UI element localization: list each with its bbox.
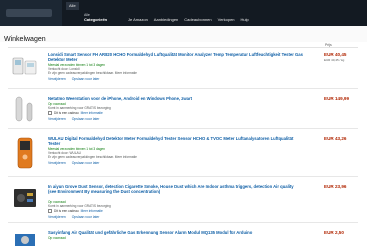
logo-mark — [6, 9, 52, 17]
item-price: EUR 23,96 — [324, 184, 347, 189]
page-heading-strip: Winkelwagen — [0, 26, 367, 43]
gift-info-link[interactable]: Meer informatie — [81, 209, 103, 213]
item-actions: Verwijderen Opslaan voor later — [48, 215, 99, 219]
product-image[interactable] — [10, 184, 40, 214]
header-nav: Je Amazon Aanbiedingen Cadeaubonnen Verk… — [128, 17, 249, 22]
nav-sell[interactable]: Verkopen — [218, 17, 235, 22]
weather-station-icon — [15, 96, 33, 122]
shipping-text: Komt in aanmerking voor GRATIS bezorging — [48, 106, 111, 110]
delete-link[interactable]: Verwijderen — [48, 77, 66, 81]
nav-deals[interactable]: Aanbiedingen — [154, 17, 178, 22]
product-image[interactable] — [10, 52, 40, 82]
dust-sensor-module-icon — [14, 189, 36, 207]
gift-info-link[interactable]: Meer informatie — [81, 111, 103, 115]
delete-link[interactable]: Verwijderen — [48, 215, 66, 219]
gift-option: Dit is een cadeau Meer informatie — [48, 209, 103, 213]
product-title-link[interactable]: Netatmo Weerstation voor de iPhone, Andr… — [48, 96, 303, 101]
divider — [8, 88, 358, 89]
save-for-later-link[interactable]: Opslaan voor later — [72, 77, 100, 81]
nav-help[interactable]: Hulp — [241, 17, 249, 22]
item-price: EUR 149,99 — [324, 96, 350, 101]
top-navigation-bar: Alle Alle Categorieën Je Amazon Aanbiedi… — [0, 0, 367, 32]
page-title: Winkelwagen — [4, 36, 46, 43]
save-for-later-link[interactable]: Opslaan voor later — [72, 215, 100, 219]
item-price: EUR 2,50 — [324, 230, 344, 235]
divider — [8, 47, 358, 48]
divider — [8, 128, 358, 129]
categories-menu[interactable]: Categorieën — [84, 17, 107, 22]
product-image[interactable] — [10, 137, 40, 169]
cart-item: Sasyinfang Air Qualität und gefährliche … — [8, 230, 358, 246]
gas-sensor-module-icon — [15, 234, 35, 246]
cart-item: WULAU Digital Formaldehyd Detektor Meter… — [8, 136, 358, 178]
gift-checkbox[interactable] — [48, 111, 52, 115]
divider — [8, 222, 358, 223]
gift-info-text: Er zijn geen cadeauverpakkingen beschikb… — [48, 71, 137, 75]
search-scope-dropdown[interactable]: Alle — [66, 2, 79, 10]
gift-info-text: Er zijn geen cadeauverpakkingen beschikb… — [48, 155, 137, 159]
delete-link[interactable]: Verwijderen — [48, 117, 66, 121]
sensor-device-icon — [12, 57, 37, 75]
product-image[interactable] — [10, 94, 40, 124]
gift-option: Dit is een cadeau Meer informatie — [48, 111, 103, 115]
handheld-detector-icon — [17, 137, 33, 169]
cart-item: Lonsidi Smart Sensor FH AR820 HCHO Forma… — [8, 52, 358, 92]
save-for-later-link[interactable]: Opslaan voor later — [72, 161, 100, 165]
item-price: EUR 43,26 — [324, 136, 347, 141]
item-actions: Verwijderen Opslaan voor later — [48, 161, 99, 165]
product-title-link[interactable]: WULAU Digital Formaldehyd Detektor Meter… — [48, 136, 303, 146]
product-title-link[interactable]: Lonsidi Smart Sensor FH AR820 HCHO Forma… — [48, 52, 303, 62]
gift-label: Dit is een cadeau — [54, 111, 79, 115]
nav-gift-cards[interactable]: Cadeaubonnen — [184, 17, 211, 22]
save-for-later-link[interactable]: Opslaan voor later — [72, 117, 100, 121]
item-price: EUR 40,45 — [324, 52, 347, 57]
delete-link[interactable]: Verwijderen — [48, 161, 66, 165]
item-actions: Verwijderen Opslaan voor later — [48, 117, 99, 121]
availability-text: Op voorraad — [48, 236, 66, 240]
item-actions: Verwijderen Opslaan voor later — [48, 77, 99, 81]
shipping-text: Komt in aanmerking voor GRATIS bezorging — [48, 204, 111, 208]
product-title-link[interactable]: Sasyinfang Air Qualität und gefährliche … — [48, 230, 303, 235]
product-title-link[interactable]: In aiyun Grove Dust Sensor, detection Ci… — [48, 184, 303, 194]
cart-item: In aiyun Grove Dust Sensor, detection Ci… — [8, 184, 358, 224]
gift-label: Dit is een cadeau — [54, 209, 79, 213]
unit-price: EUR 40,45 / kg — [324, 58, 345, 62]
product-image[interactable] — [10, 232, 40, 246]
gift-checkbox[interactable] — [48, 209, 52, 213]
divider — [8, 176, 358, 177]
cart-item: Netatmo Weerstation voor de iPhone, Andr… — [8, 96, 358, 130]
nav-your-amazon[interactable]: Je Amazon — [128, 17, 148, 22]
